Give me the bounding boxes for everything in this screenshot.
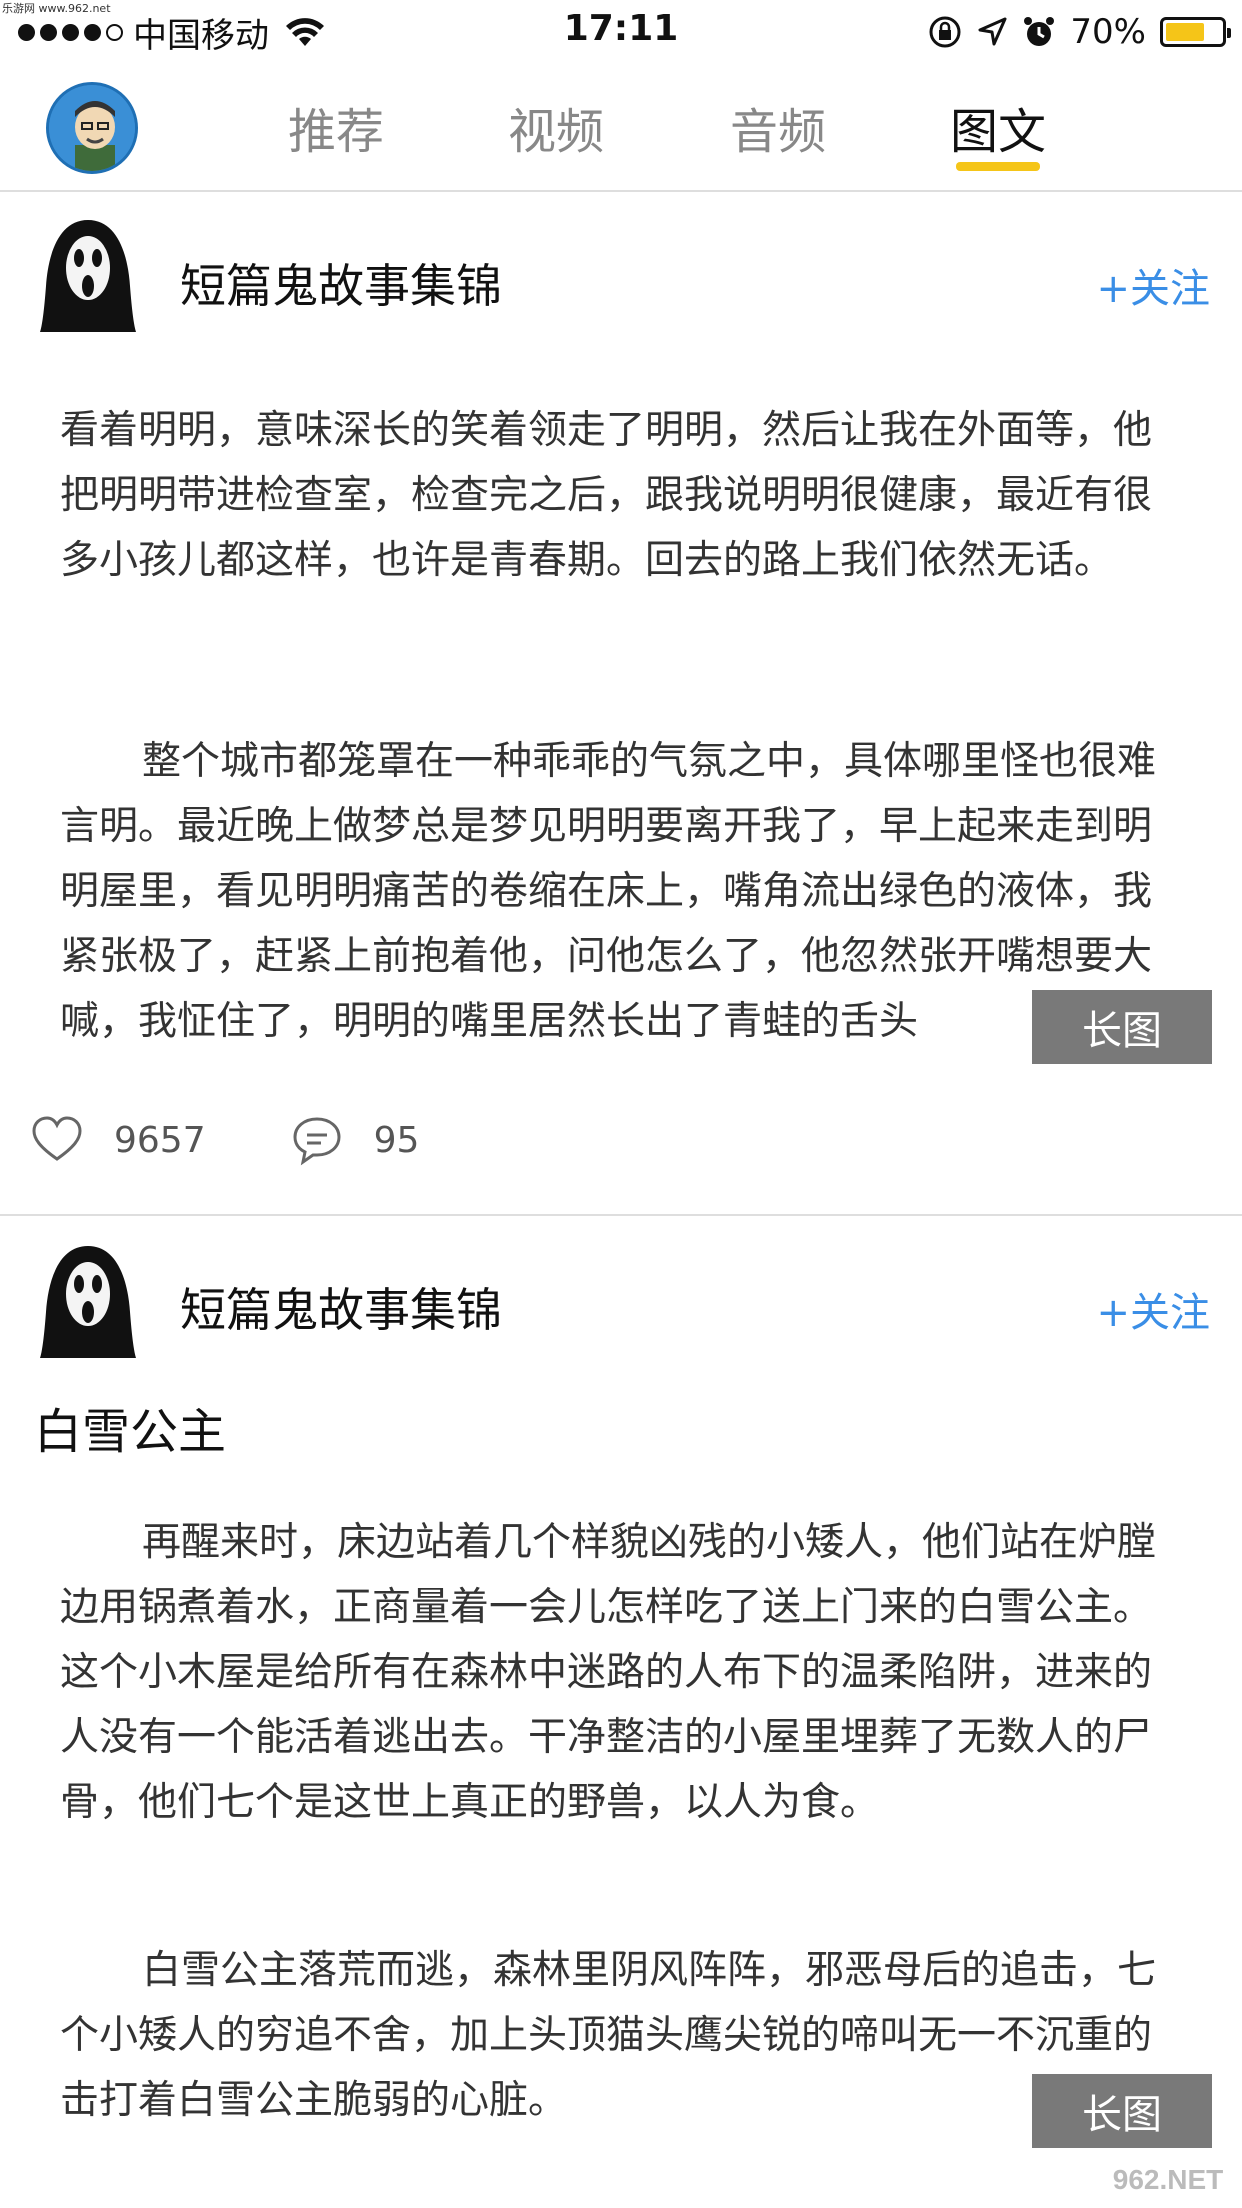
tab-recommend[interactable]: 推荐	[288, 92, 384, 162]
battery-icon	[1160, 17, 1231, 47]
location-icon	[978, 17, 1007, 46]
rotation-lock-icon	[929, 16, 961, 48]
status-bar: 中国移动 17:11 70%	[0, 0, 1242, 62]
post-paragraph: 再醒来时，床边站着几个样貌凶残的小矮人，他们站在炉膛边用锅煮着水，正商量着一会儿…	[60, 1520, 1157, 1825]
tab-picture-text[interactable]: 图文	[950, 92, 1046, 162]
author-name[interactable]: 短篇鬼故事集锦	[180, 250, 502, 316]
post-paragraph: 看着明明，意味深长的笑着领走了明明，然后让我在外面等，他把明明带进检查室，检查完…	[60, 408, 1153, 583]
feed-card: 短篇鬼故事集锦 +关注 看着明明，意味深长的笑着领走了明明，然后让我在外面等，他…	[0, 194, 1242, 1214]
long-image-button[interactable]: 长图	[1032, 2074, 1212, 2148]
tab-video[interactable]: 视频	[508, 92, 604, 162]
active-tab-indicator	[956, 162, 1040, 171]
user-avatar[interactable]	[46, 82, 138, 174]
heart-icon[interactable]	[30, 1113, 84, 1167]
tab-audio[interactable]: 音频	[730, 92, 826, 162]
follow-button[interactable]: +关注	[1096, 256, 1210, 314]
long-image-button[interactable]: 长图	[1032, 990, 1212, 1064]
post-title[interactable]: 白雪公主	[34, 1392, 226, 1462]
follow-button[interactable]: +关注	[1096, 1280, 1210, 1338]
post-paragraph: 整个城市都笼罩在一种乖乖的气氛之中，具体哪里怪也很难言明。最近晚上做梦总是梦见明…	[60, 739, 1157, 1044]
alarm-icon	[1024, 17, 1055, 46]
comment-count: 95	[373, 1119, 420, 1161]
comment-icon[interactable]	[290, 1113, 344, 1167]
card-divider	[0, 1214, 1242, 1216]
top-nav: 推荐 视频 音频 图文	[0, 62, 1242, 192]
scream-mask-avatar-icon[interactable]	[40, 1242, 136, 1358]
battery-fill	[1166, 23, 1204, 41]
post-actions: 9657 95	[30, 1110, 419, 1170]
feed-card: 短篇鬼故事集锦 +关注 白雪公主 再醒来时，床边站着几个样貌凶残的小矮人，他们站…	[0, 1218, 1242, 2208]
like-count: 9657	[114, 1119, 206, 1161]
scream-mask-avatar-icon[interactable]	[40, 216, 136, 332]
watermark-logo: 962.NET	[1100, 2158, 1236, 2202]
battery-percent: 70%	[1070, 12, 1146, 52]
avatar-illustration-icon	[49, 85, 135, 171]
status-right: 70%	[928, 10, 1231, 54]
post-paragraph: 白雪公主落荒而逃，森林里阴风阵阵，邪恶母后的追击，七个小矮人的穷追不舍，加上头顶…	[60, 1948, 1157, 2123]
author-name[interactable]: 短篇鬼故事集锦	[180, 1274, 502, 1340]
